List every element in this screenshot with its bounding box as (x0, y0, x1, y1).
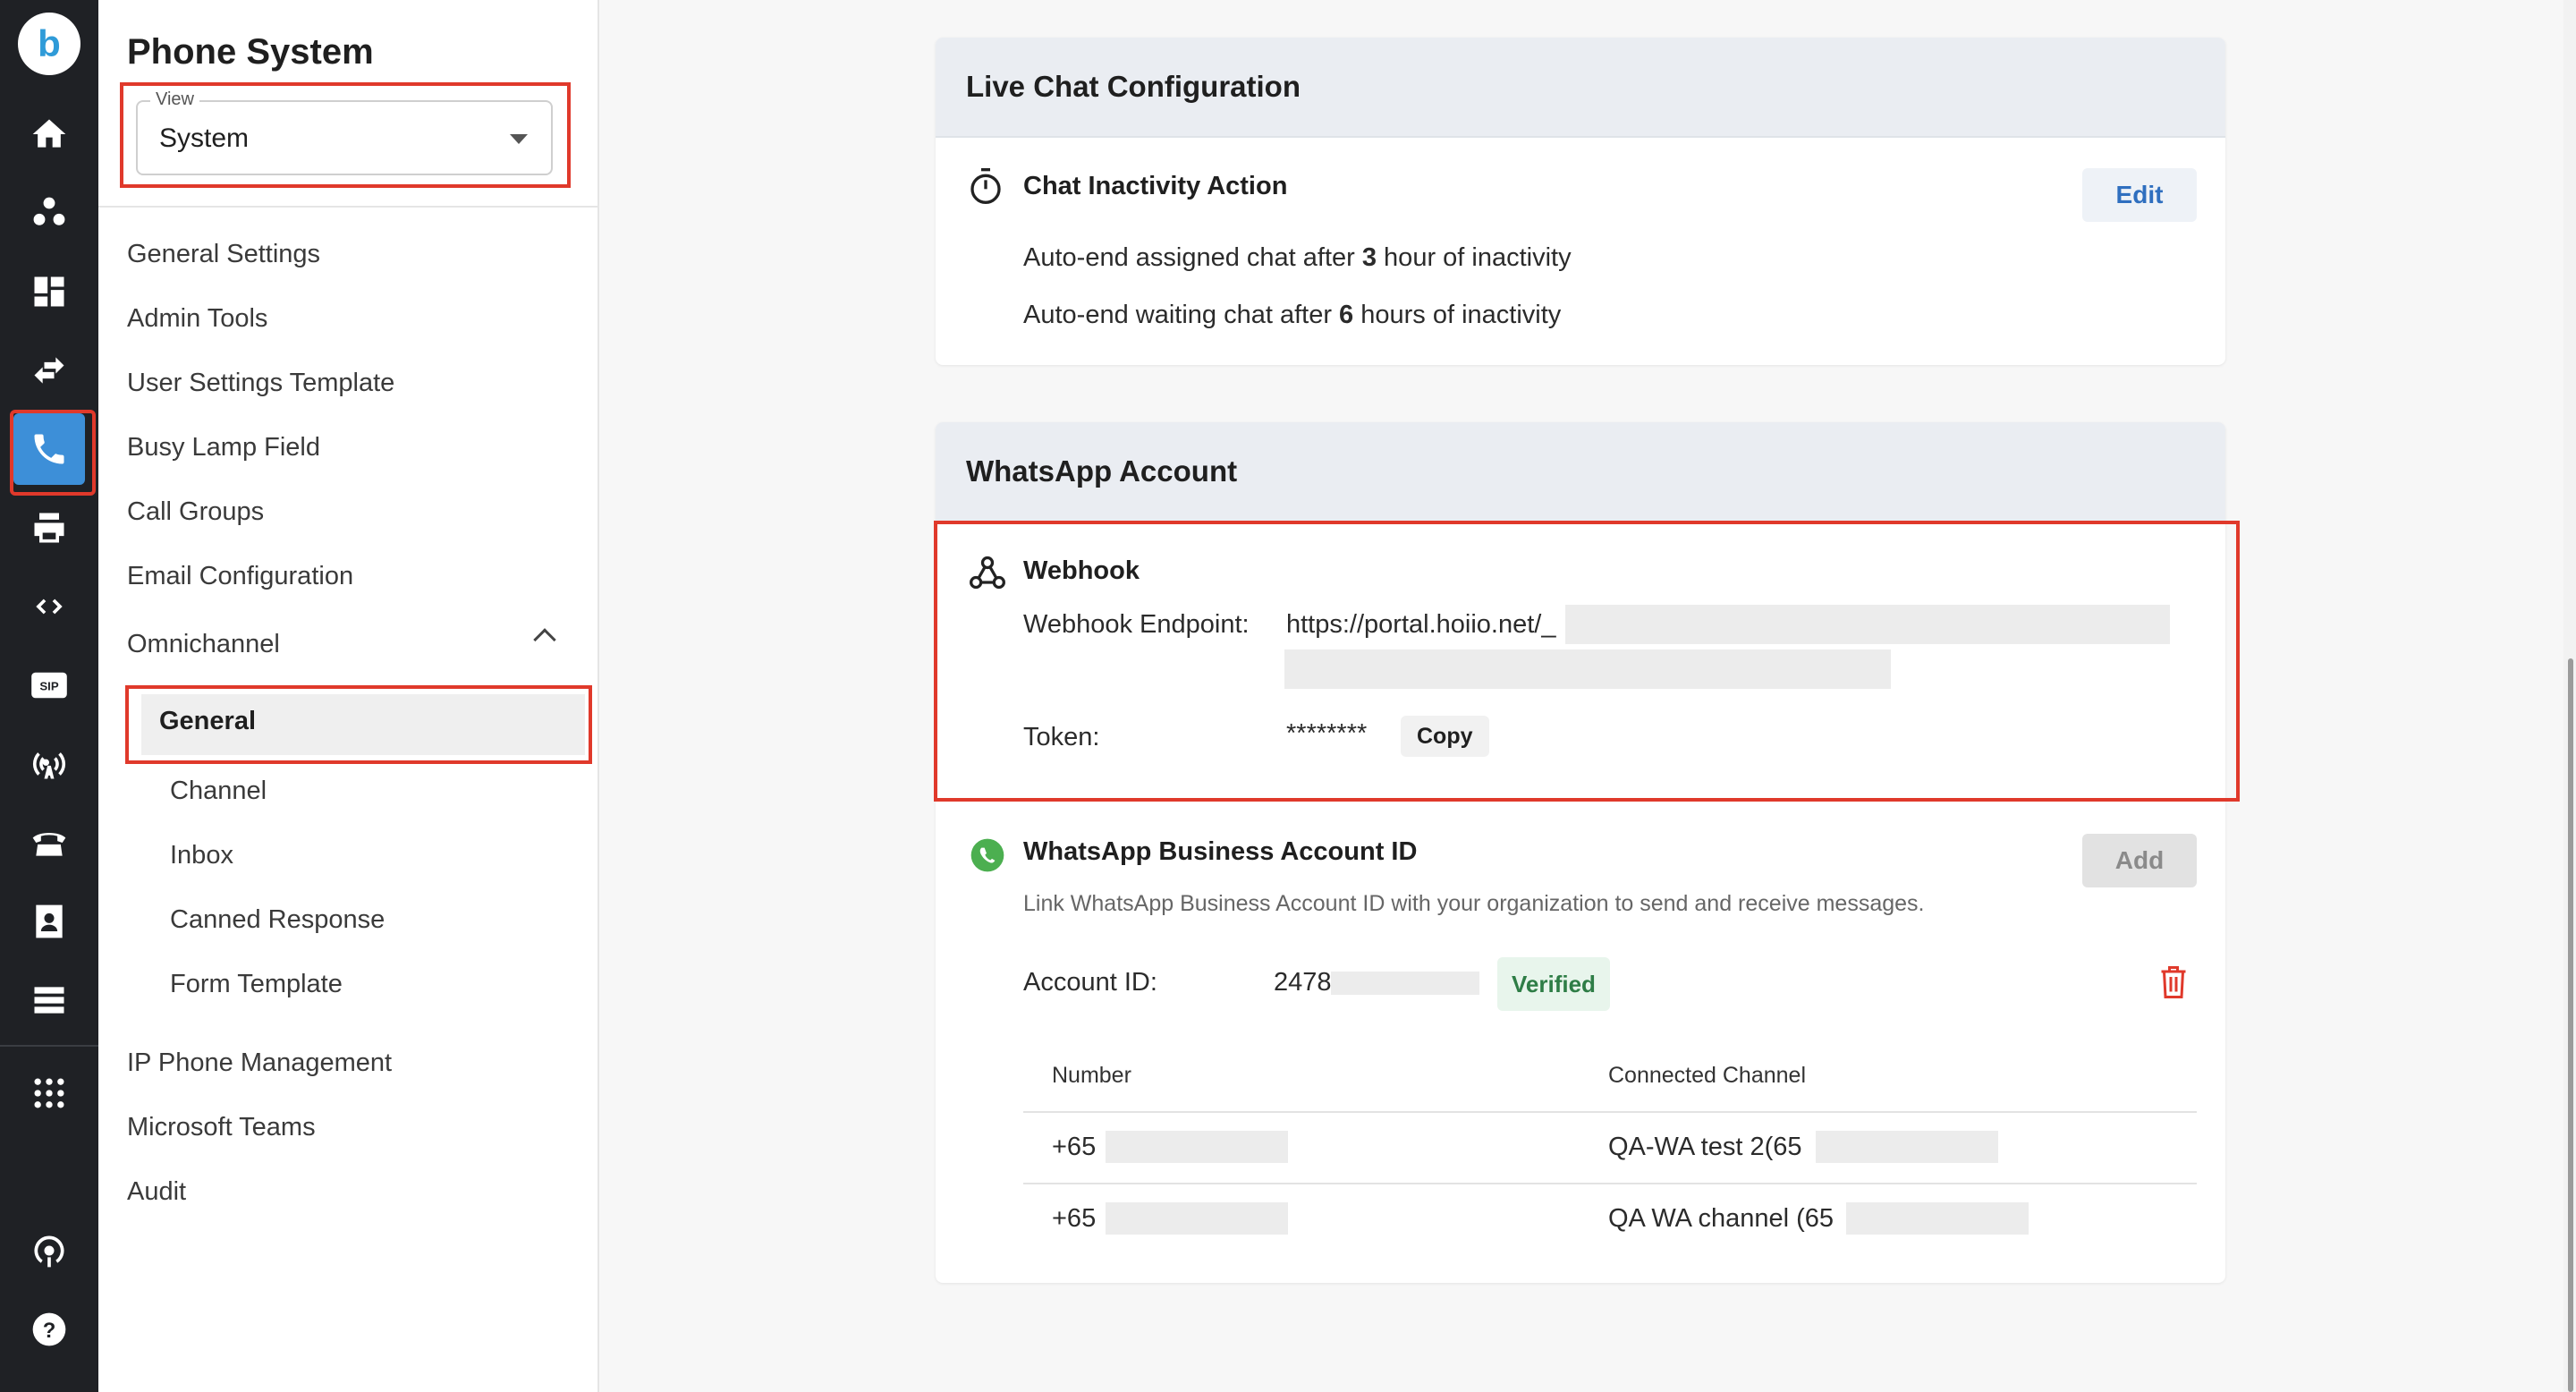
sidebar-subitem-canned-response[interactable]: Canned Response (170, 905, 385, 935)
table-divider (1023, 1111, 2197, 1113)
rail-divider (0, 1045, 98, 1047)
whatsapp-card-header: WhatsApp Account (936, 422, 2225, 522)
chevron-up-icon[interactable] (533, 628, 556, 651)
redacted-channel (1846, 1202, 2029, 1235)
contacts-icon[interactable] (13, 177, 85, 249)
scrollbar[interactable] (2563, 0, 2576, 1392)
webhook-endpoint-value: https://portal.hoiio.net/_ (1286, 610, 1556, 639)
redacted-account-id (1331, 972, 1479, 995)
sidebar-subitem-general-label: General (159, 707, 256, 735)
home-icon[interactable] (13, 98, 85, 170)
printer-icon[interactable] (13, 492, 85, 564)
view-highlight: View System (120, 82, 571, 188)
sidebar-item-email-configuration[interactable]: Email Configuration (127, 562, 353, 591)
logo-glyph: b (38, 22, 61, 64)
sidebar-subitem-channel[interactable]: Channel (170, 777, 267, 806)
view-select[interactable]: View System (136, 89, 553, 175)
assigned-chat-rule: Auto-end assigned chat after 3 hour of i… (1023, 243, 1572, 272)
sip-label: SIP (39, 680, 58, 693)
webhook-endpoint-label: Webhook Endpoint: (1023, 610, 1250, 639)
verified-badge: Verified (1497, 957, 1610, 1011)
redacted-number (1106, 1131, 1288, 1163)
edit-button[interactable]: Edit (2082, 168, 2197, 222)
app-logo[interactable]: b (18, 13, 80, 75)
token-value: ******** (1286, 719, 1368, 748)
redacted-endpoint-part-2 (1284, 649, 1891, 689)
account-id-value: 2478 (1274, 968, 1332, 997)
whatsapp-title: WhatsApp Account (966, 454, 1238, 488)
sidebar-item-microsoft-teams[interactable]: Microsoft Teams (127, 1113, 316, 1142)
webhook-icon (968, 553, 1007, 592)
svg-text:?: ? (43, 1319, 56, 1343)
table-divider (1023, 1183, 2197, 1184)
sidebar-subitem-form-template[interactable]: Form Template (170, 970, 343, 999)
transfer-icon[interactable] (13, 335, 85, 406)
sidebar-subitem-general[interactable]: General (141, 694, 585, 755)
webhook-title: Webhook (1023, 556, 1140, 585)
whatsapp-card: WhatsApp Account Webhook Webhook Endpoin… (934, 422, 2240, 1283)
general-highlight: General (125, 685, 592, 764)
sidebar-item-audit[interactable]: Audit (127, 1177, 186, 1207)
code-icon[interactable] (13, 571, 85, 642)
server-icon[interactable] (13, 964, 85, 1036)
sidebar-item-admin-tools[interactable]: Admin Tools (127, 304, 267, 334)
copy-token-button[interactable]: Copy (1401, 716, 1489, 757)
phone-icon[interactable] (10, 410, 96, 496)
podcast-icon[interactable] (13, 1215, 85, 1286)
number-column-header: Number (1052, 1063, 1131, 1088)
caret-down-icon (510, 134, 528, 144)
account-id-label: Account ID: (1023, 968, 1157, 997)
sidebar-item-call-groups[interactable]: Call Groups (127, 497, 264, 527)
live-chat-card-header: Live Chat Configuration (936, 38, 2225, 138)
live-chat-card: Live Chat Configuration Chat Inactivity … (936, 38, 2225, 365)
add-button[interactable]: Add (2082, 834, 2197, 887)
view-value: System (159, 123, 250, 153)
sidebar-item-busy-lamp-field[interactable]: Busy Lamp Field (127, 433, 320, 463)
app-rail: b SIP ? (0, 0, 98, 1392)
sidebar-subitem-inbox[interactable]: Inbox (170, 841, 233, 870)
channel-column-header: Connected Channel (1608, 1063, 1806, 1088)
waba-description: Link WhatsApp Business Account ID with y… (1023, 891, 1925, 916)
live-chat-title: Live Chat Configuration (966, 70, 1301, 103)
redacted-endpoint-part (1565, 605, 2170, 644)
redacted-number (1106, 1202, 1288, 1235)
apps-grid-icon[interactable] (13, 1057, 85, 1129)
token-label: Token: (1023, 723, 1100, 751)
row1-number: +65 (1052, 1133, 1097, 1161)
waiting-chat-rule: Auto-end waiting chat after 6 hours of i… (1023, 301, 1562, 329)
view-legend: View (150, 89, 199, 110)
redacted-channel (1816, 1131, 1998, 1163)
scrollbar-thumb[interactable] (2568, 658, 2573, 1392)
sidebar-divider (98, 206, 599, 208)
sidebar-title: Phone System (127, 32, 374, 72)
antenna-icon[interactable] (13, 728, 85, 800)
row2-channel: QA WA channel (65 (1608, 1204, 1835, 1233)
sidebar-item-omnichannel[interactable]: Omnichannel (127, 630, 280, 659)
waba-title: WhatsApp Business Account ID (1023, 837, 1418, 866)
dashboard-icon[interactable] (13, 256, 85, 327)
row2-number: +65 (1052, 1204, 1097, 1233)
sip-icon[interactable]: SIP (13, 649, 85, 721)
sidebar-item-user-settings-template[interactable]: User Settings Template (127, 369, 394, 398)
row1-channel: QA-WA test 2(65 (1608, 1133, 1802, 1161)
delete-icon[interactable] (2157, 964, 2190, 1000)
desk-phone-icon[interactable] (13, 807, 85, 878)
settings-sidebar: Phone System View System General Setting… (98, 0, 599, 1392)
timer-icon (968, 166, 1004, 206)
sidebar-item-ip-phone-management[interactable]: IP Phone Management (127, 1048, 392, 1078)
directory-icon[interactable] (13, 886, 85, 957)
chat-inactivity-title: Chat Inactivity Action (1023, 172, 1288, 200)
whatsapp-icon (970, 837, 1005, 873)
sidebar-item-general-settings[interactable]: General Settings (127, 240, 320, 269)
help-icon[interactable]: ? (13, 1294, 85, 1365)
